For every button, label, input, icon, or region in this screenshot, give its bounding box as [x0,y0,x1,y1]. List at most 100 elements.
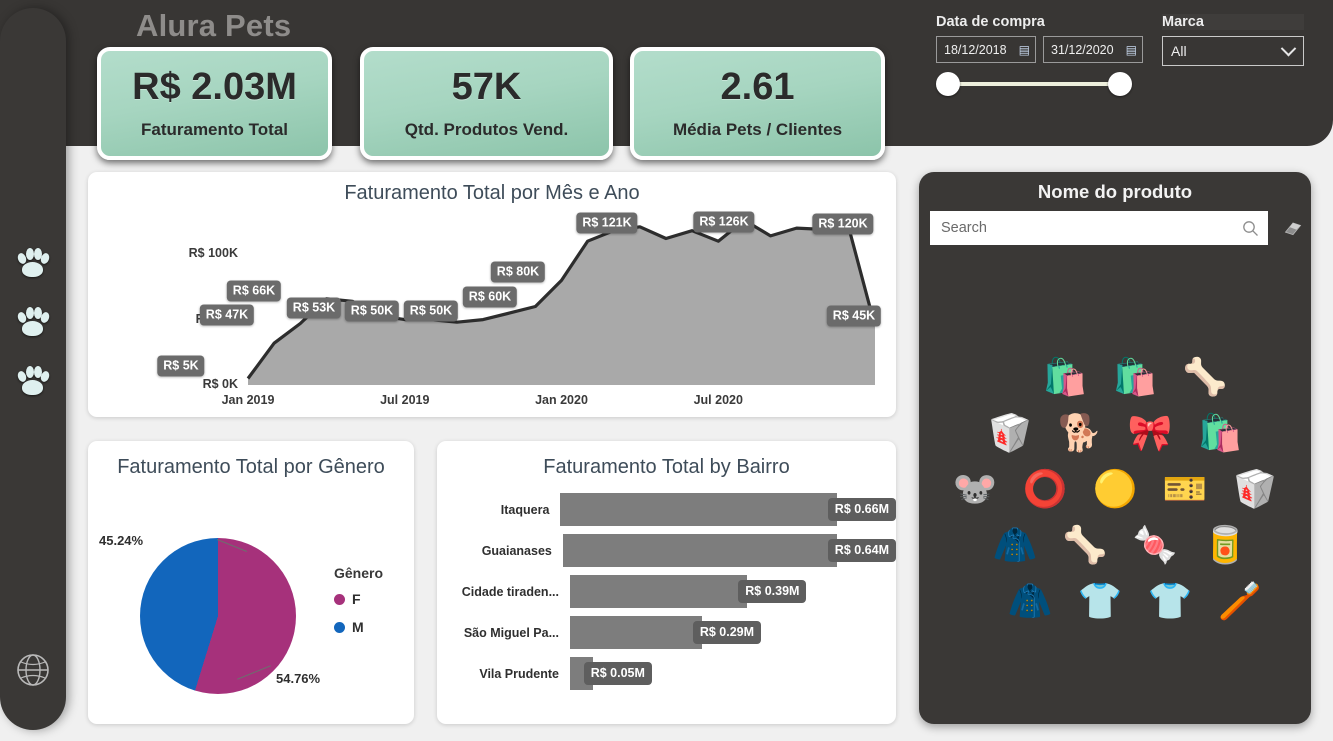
brand-filter-label: Marca [1162,14,1304,30]
pet-shirt-green-icon[interactable]: 👕 [1075,576,1125,626]
pet-collar-pink-icon[interactable]: 🎀 [1125,408,1175,458]
y-axis-tick: R$ 100K [188,246,238,261]
bar-fill[interactable] [570,616,702,649]
pie-legend: Gênero F M [334,565,383,647]
kpi-value: 2.61 [720,65,795,108]
paw-icon[interactable] [16,307,51,337]
bar-row[interactable]: São Miguel Pa... R$ 0.29M [437,616,896,649]
product-row: 🧥 🦴 🍬 🥫 [927,520,1303,570]
chart-card-faturamento-bairro: Faturamento Total by Bairro Itaquera R$ 0… [437,441,896,724]
kpi-card-media-pets-clientes[interactable]: 2.61 Média Pets / Clientes [630,47,885,160]
paw-icon[interactable] [16,248,51,278]
bone-toy-icon[interactable]: 🦴 [1060,520,1110,570]
data-label: R$ 50K [403,300,459,322]
product-row: 🛍️ 🛍️ 🦴 [927,352,1303,402]
snack-pack-pink-icon[interactable]: 🍬 [1130,520,1180,570]
bar-fill[interactable] [560,493,837,526]
calendar-icon[interactable]: ▤ [1019,43,1030,57]
slider-handle-end[interactable] [1108,72,1132,96]
bar-value-label: R$ 0.29M [692,621,762,644]
date-filter: Data de compra 18/12/2018 ▤ 31/12/2020 ▤ [936,14,1144,96]
dog-figure-icon[interactable]: 🐕 [1055,408,1105,458]
chew-ball-icon[interactable]: 🟡 [1090,464,1140,514]
toy-mouse-icon[interactable]: 🐭 [950,464,1000,514]
chart-card-faturamento-mes-ano: Faturamento Total por Mês e Ano R$ 0K R$ … [88,172,896,417]
legend-label-f: F [352,591,361,607]
data-label: R$ 121K [576,212,638,234]
pie-label-m: 45.24% [99,533,144,548]
bar-fill[interactable] [562,534,837,567]
treat-bag-bone-icon[interactable]: 🦴 [1180,352,1230,402]
kpi-card-qtd-produtos[interactable]: 57K Qtd. Produtos Vend. [360,47,613,160]
calendar-icon[interactable]: ▤ [1126,43,1137,57]
legend-label-m: M [352,619,364,635]
chart-title: Faturamento Total por Gênero [117,456,385,478]
pet-sweater-pink-2-icon[interactable]: 🧥 [1005,576,1055,626]
bar-value-label: R$ 0.05M [583,662,652,685]
legend-swatch-m [334,621,345,633]
search-icon[interactable] [1242,220,1259,237]
legend-item-m[interactable]: M [334,619,383,635]
pie-chart[interactable] [140,538,296,694]
bar-chart[interactable]: Itaquera R$ 0.66M Guaianases R$ 0.64M Cidade… [437,493,896,724]
date-start-value: 18/12/2018 [944,42,1007,57]
product-row: 🐭 ⭕ 🟡 🎫 🥡 [927,464,1303,514]
bar-row[interactable]: Cidade tiraden... R$ 0.39M [437,575,896,608]
pet-sweater-pink-icon[interactable]: 🧥 [990,520,1040,570]
x-axis-tick: Jul 2020 [693,393,743,407]
pet-shirt-green-2-icon[interactable]: 👕 [1145,576,1195,626]
bar-row[interactable]: Itaquera R$ 0.66M [437,493,896,526]
x-axis-tick: Jan 2020 [535,393,588,407]
bar-category-label: Vila Prudente [479,666,559,681]
legend-item-f[interactable]: F [334,591,383,607]
grooming-brush-icon[interactable]: 🪥 [1215,576,1265,626]
dog-food-bag-blue-icon[interactable]: 🛍️ [1040,352,1090,402]
date-end-value: 31/12/2020 [1051,42,1114,57]
kpi-label: Qtd. Produtos Vend. [404,119,569,139]
data-label: R$ 47K [199,304,255,326]
date-range-slider[interactable] [936,72,1132,96]
cat-food-can-icon[interactable]: 🥫 [1200,520,1250,570]
dog-food-bag-blue-2-icon[interactable]: 🛍️ [1110,352,1160,402]
paw-food-bag-2-icon[interactable]: 🥡 [1230,464,1280,514]
cat-food-bag-blue-icon[interactable]: 🛍️ [1195,408,1245,458]
bar-value-label: R$ 0.39M [738,580,807,603]
bar-row[interactable]: Vila Prudente R$ 0.05M [437,657,896,690]
chart-title: Faturamento Total by Bairro [543,456,790,478]
chevron-down-icon [1280,40,1297,56]
kpi-card-faturamento-total[interactable]: R$ 2.03M Faturamento Total [97,47,332,160]
date-start-input[interactable]: 18/12/2018 ▤ [936,36,1036,63]
x-axis-tick: Jul 2019 [380,393,430,407]
x-axis-tick: Jan 2019 [221,393,275,407]
data-label: R$ 45K [826,305,882,327]
data-label: R$ 66K [226,280,282,302]
date-end-input[interactable]: 31/12/2020 ▤ [1043,36,1143,63]
data-label: R$ 120K [812,213,874,235]
date-filter-label: Data de compra [936,14,1045,30]
collar-orange-icon[interactable]: ⭕ [1020,464,1070,514]
left-nav-rail [0,8,66,730]
brand-filter: Marca All [1162,14,1304,66]
slider-track [950,82,1118,86]
paw-food-bag-icon[interactable]: 🥡 [985,408,1035,458]
brand-dropdown-value: All [1171,43,1187,59]
paw-icon[interactable] [16,366,51,396]
bar-value-label: R$ 0.64M [827,539,896,562]
kpi-label: Faturamento Total [140,119,289,139]
globe-icon[interactable] [15,652,51,688]
collar-red-bone-icon[interactable]: 🎫 [1160,464,1210,514]
search-input[interactable] [941,220,1242,236]
data-label: R$ 50K [344,300,400,322]
data-label: R$ 126K [693,211,755,233]
eraser-icon[interactable] [1283,219,1303,237]
product-search-box[interactable] [930,211,1268,245]
bar-row[interactable]: Guaianases R$ 0.64M [437,534,896,567]
slider-handle-start[interactable] [936,72,960,96]
brand-dropdown[interactable]: All [1162,36,1304,66]
page-title: Alura Pets [136,8,292,43]
product-row: 🧥 👕 👕 🪥 [927,576,1303,626]
product-icon-grid[interactable]: 🛍️ 🛍️ 🦴 🥡 🐕 🎀 🛍️ 🐭 ⭕ 🟡 🎫 🥡 🧥 🦴 🍬 🥫 🧥 👕 👕 🪥 [927,352,1303,632]
bar-fill[interactable] [570,575,748,608]
bar-category-label: São Miguel Pa... [463,625,559,640]
area-chart[interactable]: R$ 0K R$ 50K R$ 100K Jan 2019 Jul 2019 Jan 20… [88,172,896,417]
